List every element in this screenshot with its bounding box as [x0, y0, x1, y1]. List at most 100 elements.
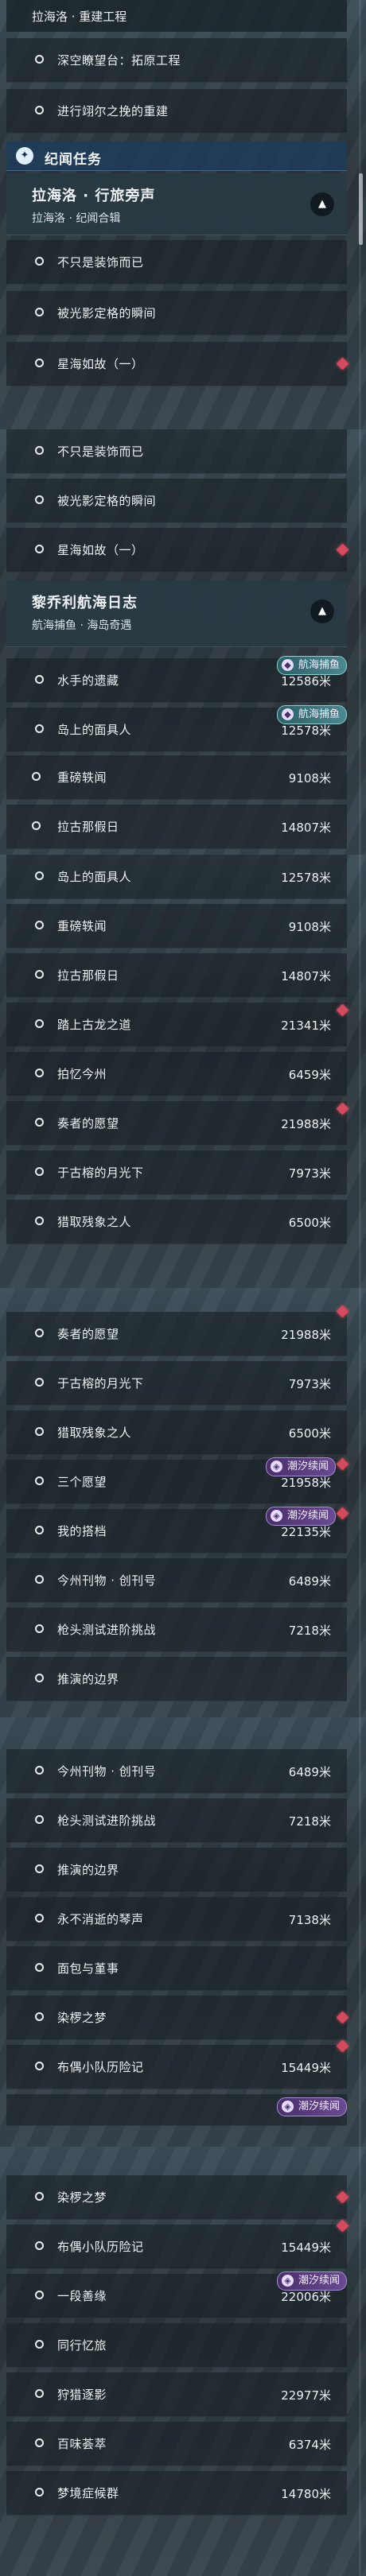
tracking-marker-icon: [336, 2011, 349, 2024]
quest-item[interactable]: 猎取残象之人 6500米: [6, 1410, 347, 1455]
quest-item[interactable]: 深空瞭望台：拓原工程: [6, 38, 347, 83]
quest-item[interactable]: 拉古那假日 14807米: [6, 953, 347, 998]
quest-name: 进行翊尔之挽的重建: [57, 104, 169, 118]
status-circle-icon: [35, 1624, 44, 1633]
quest-item[interactable]: 一段善缘 ◈ 潮汐续闻 22006米: [6, 2271, 347, 2318]
status-circle-icon: [35, 1815, 44, 1824]
distance-label: 15449米: [281, 2061, 331, 2075]
collapse-chevron-icon[interactable]: ▲: [310, 192, 334, 216]
quest-item[interactable]: 不只是装饰而已: [6, 240, 347, 285]
quest-item[interactable]: 被光影定格的瞬间: [6, 291, 347, 336]
quest-item[interactable]: 猎取残象之人 6500米: [6, 1200, 347, 1244]
quest-item[interactable]: 布偶小队历险记 15449米: [6, 2219, 349, 2269]
distance-label: 15449米: [281, 2240, 331, 2255]
quest-item[interactable]: 拉海洛 · 重建工程: [6, 0, 347, 32]
tracking-marker-icon: [336, 1457, 349, 1471]
quest-name: 被光影定格的瞬间: [57, 306, 157, 320]
quest-name: 今州刊物 · 创刊号: [57, 1764, 157, 1779]
distance-label: 22006米: [281, 2290, 331, 2304]
quest-item[interactable]: 狩猎逐影 22977米: [6, 2372, 347, 2417]
quest-item[interactable]: 今州刊物 · 创刊号 6489米: [6, 1749, 347, 1794]
distance-label: 6489米: [288, 1765, 331, 1779]
distance-label: 7973米: [288, 1166, 331, 1181]
section-title: 纪闻任务: [45, 152, 102, 168]
distance-label: 7138米: [288, 1913, 331, 1927]
status-circle-icon: [35, 1476, 44, 1485]
quest-item[interactable]: 我的搭档 ◈ 潮汐续闻 22135米: [6, 1507, 349, 1554]
quest-name: 重磅轶闻: [57, 770, 107, 785]
distance-label: 6459米: [288, 1068, 331, 1082]
quest-item[interactable]: 星海如故（一）: [6, 342, 349, 386]
quest-group-header[interactable]: 黎乔利航海日志 航海捕鱼 · 海岛奇遇 ▲: [6, 580, 347, 647]
tracking-marker-icon: [336, 543, 349, 557]
screenshot-panel-4: 奏者的愿望 21988米 于古榕的月光下 7973米 猎取残象之人 6500米 …: [0, 1288, 366, 1717]
quest-item[interactable]: 于古榕的月光下 7973米: [6, 1361, 347, 1406]
distance-label: 6500米: [288, 1216, 331, 1230]
quest-item[interactable]: 推演的边界: [6, 1848, 347, 1892]
quest-item[interactable]: 推演的边界: [6, 1657, 347, 1701]
quest-item[interactable]: 于古榕的月光下 7973米: [6, 1150, 347, 1195]
status-circle-icon: [35, 106, 44, 114]
section-header-chronicles: ✦ 纪闻任务: [6, 142, 347, 171]
quest-title: 拉海洛 · 重建工程: [32, 10, 127, 24]
quest-item[interactable]: 枪头测试进阶挑战 7218米: [6, 1608, 347, 1652]
tide-icon: ◈: [270, 1510, 282, 1522]
quest-item[interactable]: 同行忆旅: [6, 2323, 347, 2368]
quest-item[interactable]: 枪头测试进阶挑战 7218米: [6, 1798, 347, 1843]
quest-item[interactable]: 永不消逝的琴声 7138米: [6, 1897, 347, 1942]
distance-label: 21988米: [281, 1328, 331, 1342]
quest-item[interactable]: 今州刊物 · 创刊号 6489米: [6, 1558, 347, 1603]
quest-item[interactable]: 踏上古龙之道 21341米: [6, 1003, 349, 1047]
status-circle-icon: [35, 675, 44, 684]
quest-item[interactable]: 星海如故（一）: [6, 528, 349, 572]
quest-group-header[interactable]: 拉海洛 · 行旅旁声 拉海洛 · 纪闻合辑 ▲: [6, 173, 347, 235]
quest-item[interactable]: 重磅轶闻 9108米: [6, 904, 347, 949]
quest-name: 重磅轶闻: [57, 919, 107, 933]
quest-name: 染椤之梦: [57, 2190, 107, 2205]
quest-name: 推演的边界: [57, 1863, 119, 1877]
quest-item[interactable]: 百味荟萃 6374米: [6, 2422, 347, 2466]
quest-item[interactable]: 面包与堇事: [6, 1946, 347, 1991]
quest-item[interactable]: 不只是装饰而已: [6, 429, 347, 474]
quest-name: 枪头测试进阶挑战: [57, 1623, 157, 1637]
quest-name: 岛上的面具人: [57, 870, 132, 884]
quest-name: 三个愿望: [57, 1475, 107, 1489]
status-circle-icon: [32, 772, 41, 781]
quest-item[interactable]: 奏者的愿望 21988米: [6, 1305, 349, 1356]
quest-name: 拉古那假日: [57, 968, 119, 983]
quest-item[interactable]: 梦境症候群 14780米: [6, 2471, 347, 2516]
quest-name: 于古榕的月光下: [57, 1376, 144, 1391]
distance-label: 6500米: [288, 1426, 331, 1441]
scrollbar-thumb[interactable]: [359, 173, 363, 245]
quest-item[interactable]: 三个愿望 ◈ 潮汐续闻 21958米: [6, 1457, 349, 1504]
collapse-chevron-icon[interactable]: ▲: [310, 599, 334, 623]
status-circle-icon: [35, 1019, 44, 1028]
quest-item[interactable]: 布偶小队历险记 15449米: [6, 2039, 349, 2089]
status-circle-icon: [35, 2340, 44, 2349]
quest-name: 梦境症候群: [57, 2486, 119, 2500]
distance-label: 9108米: [288, 771, 331, 786]
status-circle-icon: [35, 871, 44, 880]
quest-item[interactable]: 水手的遗藏 ◆ 航海捕鱼 12586米: [6, 656, 347, 703]
tracking-marker-icon: [336, 2039, 349, 2053]
quest-item[interactable]: 拍忆今州 6459米: [6, 1052, 347, 1096]
tracking-marker-icon: [336, 1003, 349, 1017]
quest-item[interactable]: 被光影定格的瞬间: [6, 479, 347, 523]
tide-icon: ◈: [281, 2101, 294, 2112]
quest-name: 星海如故（一）: [57, 357, 144, 371]
distance-label: 21341米: [281, 1018, 331, 1033]
quest-item[interactable]: 染椤之梦: [6, 2175, 349, 2220]
status-circle-icon: [35, 545, 44, 553]
quest-item[interactable]: ◈ 潮汐续闻: [6, 2094, 347, 2126]
status-circle-icon: [35, 495, 44, 504]
quest-item[interactable]: 岛上的面具人 12578米: [6, 855, 347, 899]
quest-item[interactable]: 拉古那假日 14807米: [6, 805, 347, 849]
quest-item[interactable]: 奏者的愿望 21988米: [6, 1101, 349, 1146]
quest-item[interactable]: 岛上的面具人 ◆ 航海捕鱼 12578米: [6, 705, 347, 752]
quest-item[interactable]: 染椤之梦: [6, 1996, 349, 2040]
distance-label: 22135米: [281, 1525, 331, 1539]
group-title: 黎乔利航海日志: [32, 595, 138, 611]
status-circle-icon: [35, 2438, 44, 2447]
quest-item[interactable]: 进行翊尔之挽的重建: [6, 89, 347, 134]
quest-item[interactable]: 重磅轶闻 9108米: [6, 755, 347, 800]
